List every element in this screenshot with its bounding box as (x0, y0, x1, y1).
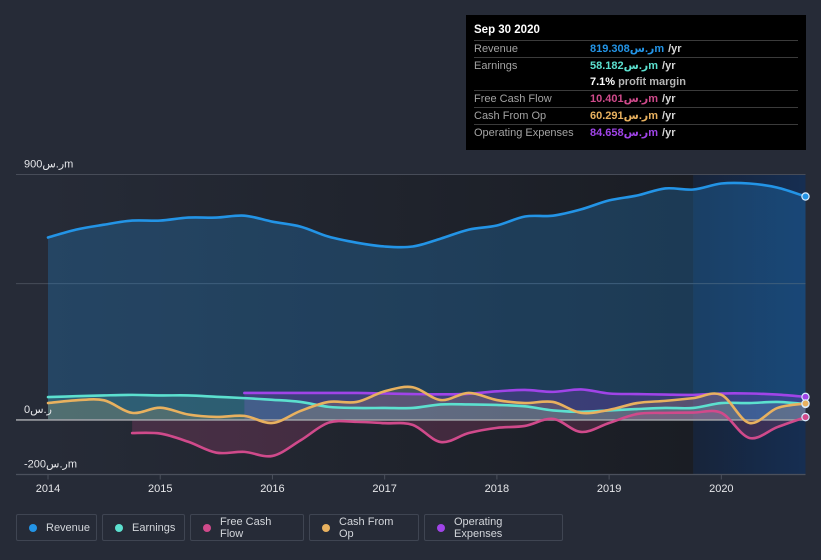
legend-label: Cash From Op (339, 515, 394, 540)
tooltip: Sep 30 2020 Revenue ر.س819.308m/yr Earni… (466, 15, 806, 150)
legend-label: Free Cash Flow (220, 515, 272, 540)
y-tick-label: ر.س900m (24, 159, 73, 171)
end-marker-revenue (801, 192, 810, 201)
x-tick-label: 2014 (36, 483, 60, 495)
x-tick-label: 2018 (485, 483, 509, 495)
tooltip-label: Revenue (474, 43, 519, 55)
legend-item-operating-expenses[interactable]: Operating Expenses (424, 514, 563, 541)
y-tick-label: -ر.س200m (24, 459, 77, 471)
tooltip-value: ر.س60.291m (590, 110, 659, 122)
tooltip-date: Sep 30 2020 (474, 21, 798, 41)
legend-dot-icon (29, 523, 37, 532)
tooltip-label: Earnings (474, 60, 518, 72)
tooltip-row-profit-margin: 7.1% profit margin (474, 74, 798, 90)
legend-dot-icon (203, 523, 211, 532)
legend-item-revenue[interactable]: Revenue (16, 514, 97, 541)
tooltip-row-revenue: Revenue ر.س819.308m/yr (474, 41, 798, 58)
x-tick-label: 2017 (372, 483, 396, 495)
tooltip-label: Cash From Op (474, 110, 547, 122)
x-tick-label: 2019 (597, 483, 621, 495)
tooltip-row-cash-from-op: Cash From Op ر.س60.291m/yr (474, 108, 798, 125)
tooltip-suffix: /yr (662, 110, 676, 122)
legend-label: Earnings (132, 521, 176, 534)
legend-item-earnings[interactable]: Earnings (102, 514, 185, 541)
tooltip-suffix: /yr (662, 93, 676, 105)
legend-label: Revenue (46, 521, 91, 534)
profit-margin-label: profit margin (618, 76, 686, 88)
legend-dot-icon (437, 523, 445, 532)
tooltip-suffix: /yr (668, 43, 682, 55)
legend-item-free-cash-flow[interactable]: Free Cash Flow (190, 514, 304, 541)
profit-margin-value: 7.1% (590, 76, 616, 88)
tooltip-label: Free Cash Flow (474, 93, 552, 105)
end-marker-cash-from-op (801, 399, 810, 408)
tooltip-value: ر.س84.658m (590, 127, 659, 139)
legend-dot-icon (322, 523, 330, 532)
tooltip-value: ر.س10.401m (590, 93, 659, 105)
tooltip-row-earnings: Earnings ر.س58.182m/yr (474, 58, 798, 74)
tooltip-block-earnings: Earnings ر.س58.182m/yr 7.1% profit margin (474, 58, 798, 91)
tooltip-suffix: /yr (662, 127, 676, 139)
legend-dot-icon (115, 523, 123, 532)
tooltip-value: ر.س819.308m (590, 43, 665, 55)
end-marker-free-cash-flow (801, 412, 810, 422)
legend-item-cash-from-op[interactable]: Cash From Op (309, 514, 419, 541)
legend-label: Operating Expenses (454, 515, 503, 540)
x-tick-label: 2015 (148, 483, 172, 495)
x-tick-label: 2020 (709, 483, 733, 495)
x-tick-label: 2016 (260, 483, 284, 495)
tooltip-label: Operating Expenses (474, 127, 574, 139)
legend: Revenue Earnings Free Cash Flow Cash Fro… (16, 514, 563, 541)
tooltip-value: ر.س58.182m (590, 60, 659, 72)
tooltip-suffix: /yr (662, 60, 676, 72)
tooltip-row-free-cash-flow: Free Cash Flow ر.س10.401m/yr (474, 91, 798, 108)
y-tick-label: ر.س0 (24, 404, 52, 416)
tooltip-row-operating-expenses: Operating Expenses ر.س84.658m/yr (474, 125, 798, 141)
